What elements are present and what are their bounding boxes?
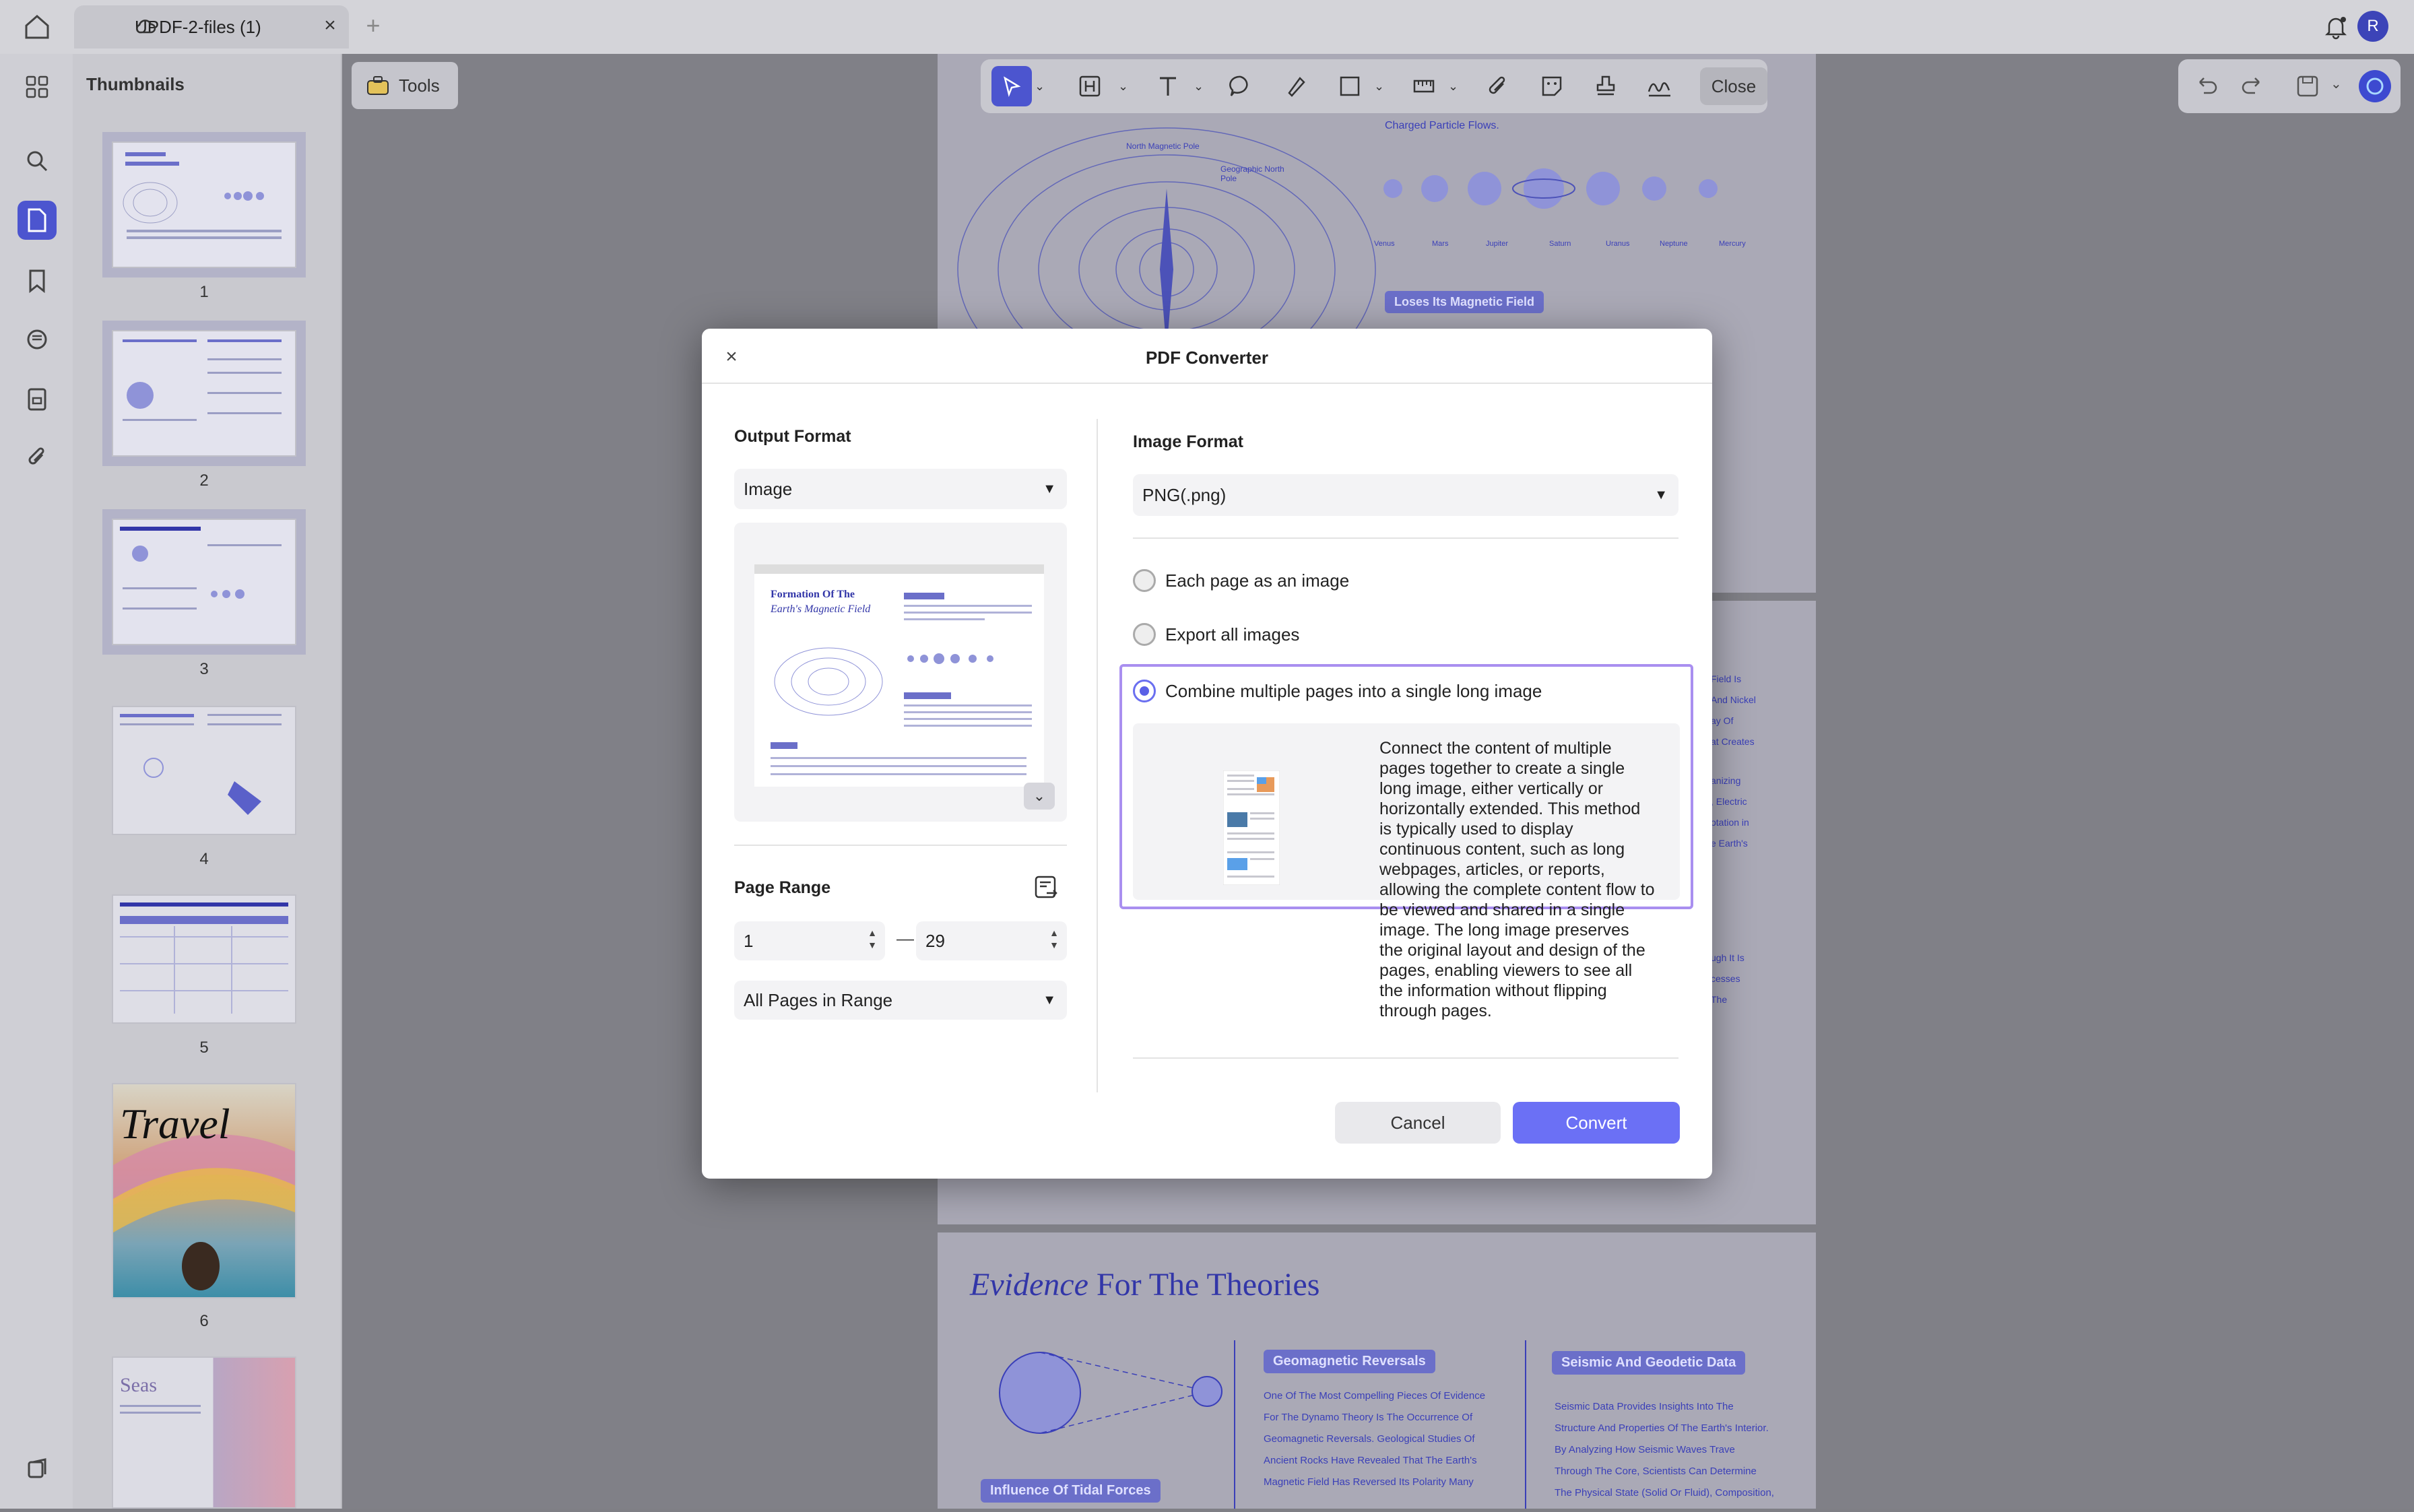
divider: [1133, 537, 1678, 539]
stepper-icon[interactable]: ▲ ▼: [868, 927, 877, 951]
radio-button[interactable]: [1133, 569, 1156, 592]
combine-description: Connect the content of multiple pages to…: [1379, 739, 1655, 1020]
divider: [1133, 1057, 1678, 1059]
caret-down-icon: ▼: [1043, 992, 1056, 1008]
page-range-label: Page Range: [734, 878, 831, 897]
range-mode-select[interactable]: All Pages in Range ▼: [734, 981, 1067, 1020]
range-to-value: 29: [925, 930, 945, 951]
range-mode-value: All Pages in Range: [744, 989, 893, 1010]
range-from-input[interactable]: 1 ▲ ▼: [734, 921, 885, 960]
option-each-page[interactable]: Each page as an image: [1133, 566, 1678, 595]
range-separator: —: [896, 928, 914, 948]
output-format-label: Output Format: [734, 427, 851, 446]
caret-down-icon: ▼: [1043, 481, 1056, 496]
image-format-value: PNG(.png): [1142, 484, 1227, 505]
output-format-value: Image: [744, 478, 793, 499]
dialog-title: PDF Converter: [1145, 348, 1269, 368]
image-format-label: Image Format: [1133, 432, 1243, 451]
caret-down-icon: ▼: [1654, 487, 1668, 502]
radio-button-selected[interactable]: [1133, 680, 1156, 702]
format-preview: Formation Of The Earth's Magnetic Field: [734, 523, 1067, 822]
page-range-picker-icon[interactable]: [1032, 873, 1062, 902]
divider: [702, 383, 1712, 384]
cancel-button[interactable]: Cancel: [1335, 1102, 1501, 1144]
output-format-select[interactable]: Image ▼: [734, 469, 1067, 509]
image-format-select[interactable]: PNG(.png) ▼: [1133, 474, 1678, 516]
long-image-illustration: [1223, 770, 1280, 885]
option-label: Export all images: [1165, 624, 1300, 645]
preview-page: Formation Of The Earth's Magnetic Field: [754, 564, 1044, 787]
pdf-converter-dialog: × PDF Converter Output Format Image ▼ Fo…: [702, 329, 1712, 1179]
stepper-icon[interactable]: ▲ ▼: [1049, 927, 1059, 951]
range-from-value: 1: [744, 930, 754, 951]
option-label: Each page as an image: [1165, 570, 1350, 591]
radio-button[interactable]: [1133, 623, 1156, 646]
convert-button[interactable]: Convert: [1513, 1102, 1680, 1144]
option-export-images[interactable]: Export all images: [1133, 620, 1678, 649]
combine-option-row: Combine multiple pages into a single lon…: [1133, 676, 1542, 706]
option-label: Combine multiple pages into a single lon…: [1165, 680, 1542, 701]
divider: [734, 845, 1067, 846]
range-to-input[interactable]: 29 ▲ ▼: [916, 921, 1067, 960]
divider: [1097, 419, 1098, 1092]
expand-preview-icon[interactable]: ⌄: [1024, 783, 1055, 810]
